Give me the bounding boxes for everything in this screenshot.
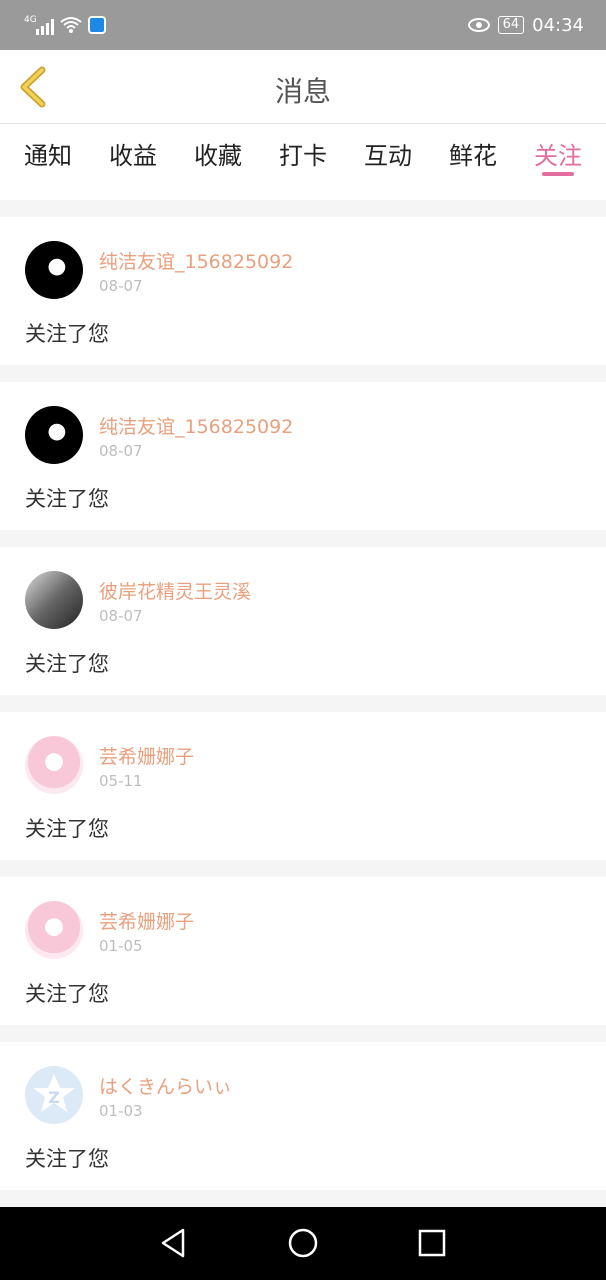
- header: 消息: [0, 50, 606, 124]
- battery-icon: 64: [497, 16, 525, 34]
- message-text: 关注了您: [25, 817, 109, 841]
- date: 08-07: [99, 442, 143, 460]
- back-triangle-icon[interactable]: [155, 1225, 191, 1261]
- tab-checkin[interactable]: 打卡: [279, 124, 327, 200]
- date: 05-11: [99, 772, 143, 790]
- list-item[interactable]: 纯洁友谊_156825092 08-07 关注了您: [0, 382, 606, 530]
- network-type: 4G: [24, 15, 37, 25]
- list-item[interactable]: 芸希姗娜子 01-05 关注了您: [0, 877, 606, 1025]
- status-left: 4G: [24, 13, 106, 37]
- list-item[interactable]: 纯洁友谊_156825092 08-07 关注了您: [0, 217, 606, 365]
- eye-icon: [467, 18, 490, 32]
- avatar[interactable]: [25, 406, 83, 464]
- avatar[interactable]: [25, 571, 83, 629]
- message-text: 关注了您: [25, 982, 109, 1006]
- date: 08-07: [99, 607, 143, 625]
- system-nav-bar: [0, 1207, 606, 1280]
- username[interactable]: 芸希姗娜子: [99, 742, 194, 769]
- avatar[interactable]: [25, 241, 83, 299]
- avatar[interactable]: [25, 901, 83, 959]
- message-text: 关注了您: [25, 652, 109, 676]
- home-circle-icon[interactable]: [285, 1225, 321, 1261]
- tab-bar: 通知 收益 收藏 打卡 互动 鲜花 关注: [0, 124, 606, 200]
- message-text: 关注了您: [25, 1147, 109, 1171]
- date: 01-05: [99, 937, 143, 955]
- list-item[interactable]: Z はくきんらいぃ 01-03 关注了您: [0, 1042, 606, 1190]
- date: 01-03: [99, 1102, 143, 1120]
- signal-icon: 4G: [24, 15, 54, 35]
- recents-square-icon[interactable]: [414, 1225, 450, 1261]
- tab-notifications[interactable]: 通知: [24, 124, 72, 200]
- page-title: 消息: [274, 75, 331, 108]
- svg-text:Z: Z: [48, 1088, 60, 1107]
- username[interactable]: 芸希姗娜子: [99, 907, 194, 934]
- username[interactable]: はくきんらいぃ: [99, 1072, 232, 1099]
- status-time: 04:34: [532, 14, 584, 36]
- list-item[interactable]: 芸希姗娜子 05-11 关注了您: [0, 712, 606, 860]
- tab-flowers[interactable]: 鲜花: [449, 124, 497, 200]
- qq-logo-icon: Z: [33, 1074, 75, 1112]
- tab-favorites[interactable]: 收藏: [194, 124, 242, 200]
- username[interactable]: 纯洁友谊_156825092: [99, 247, 293, 274]
- date: 08-07: [99, 277, 143, 295]
- status-right: 64 04:34: [467, 12, 584, 38]
- list-item[interactable]: 彼岸花精灵王灵溪 08-07 关注了您: [0, 547, 606, 695]
- tab-follow[interactable]: 关注: [534, 124, 582, 200]
- avatar[interactable]: Z: [25, 1066, 83, 1124]
- status-bar: 4G 64 04:34: [0, 0, 606, 50]
- message-text: 关注了您: [25, 322, 109, 346]
- username[interactable]: 彼岸花精灵王灵溪: [99, 577, 251, 604]
- tab-earnings[interactable]: 收益: [109, 124, 157, 200]
- shield-icon: [88, 16, 106, 34]
- tab-interaction[interactable]: 互动: [364, 124, 412, 200]
- username[interactable]: 纯洁友谊_156825092: [99, 412, 293, 439]
- avatar[interactable]: [25, 736, 83, 794]
- wifi-icon: [60, 17, 82, 33]
- message-text: 关注了您: [25, 487, 109, 511]
